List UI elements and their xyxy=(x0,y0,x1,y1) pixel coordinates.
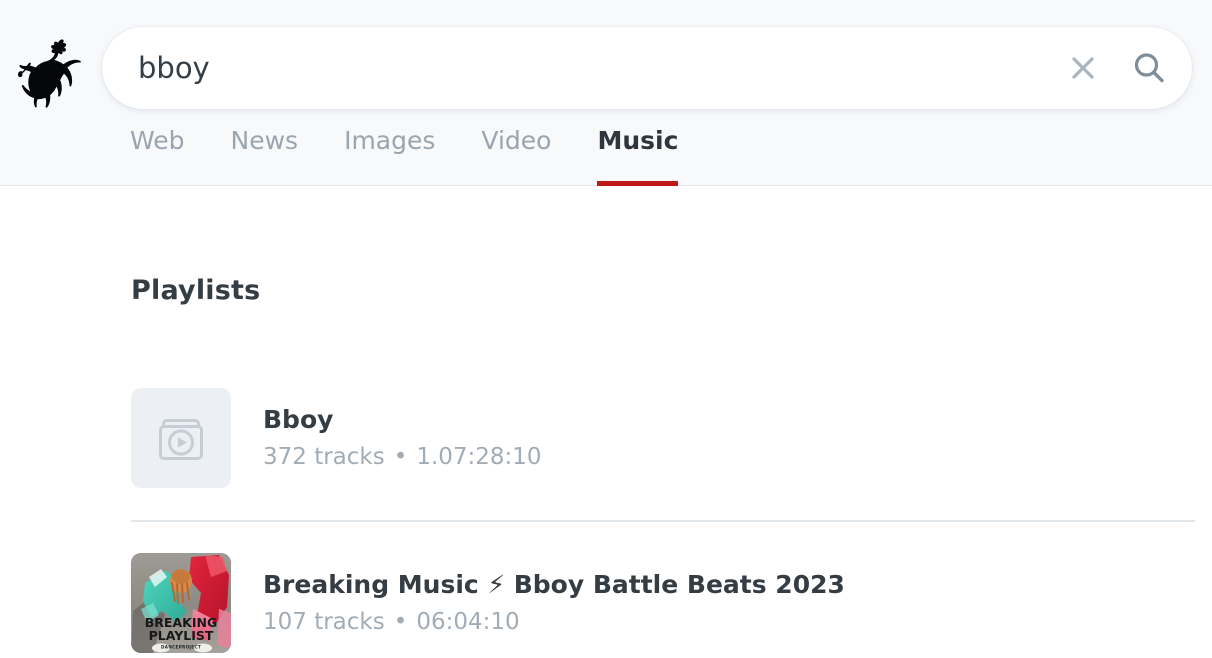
tab-label: Web xyxy=(130,126,185,155)
close-icon[interactable] xyxy=(1065,50,1101,86)
list-item[interactable]: Bboy 372 tracks • 1.07:28:10 xyxy=(131,356,1195,520)
playlist-title: Bboy xyxy=(263,404,334,434)
tab-video[interactable]: Video xyxy=(458,126,574,186)
tab-images[interactable]: Images xyxy=(321,126,458,186)
tab-news[interactable]: News xyxy=(208,126,322,186)
search-bar[interactable] xyxy=(102,27,1192,109)
playlist-duration: 1.07:28:10 xyxy=(416,444,542,471)
list-item[interactable]: BREAKING PLAYLIST DANCEPROJECT Breaking … xyxy=(131,520,1195,658)
playlist-results-list: Bboy 372 tracks • 1.07:28:10 BREAKING PL… xyxy=(131,356,1195,658)
playlist-track-count: 107 tracks xyxy=(263,609,385,636)
playlist-placeholder-icon xyxy=(131,388,231,488)
tab-label: Images xyxy=(344,126,436,155)
app-header: Web News Images Video Music xyxy=(0,0,1212,186)
playlist-duration: 06:04:10 xyxy=(416,609,520,636)
playlist-subtitle: 372 tracks • 1.07:28:10 xyxy=(263,445,542,469)
tab-web[interactable]: Web xyxy=(130,126,208,186)
tab-label: Video xyxy=(481,126,552,155)
list-item-meta: Bboy 372 tracks • 1.07:28:10 xyxy=(263,404,542,469)
art-line-2: PLAYLIST xyxy=(149,628,214,643)
tab-label: News xyxy=(230,126,299,155)
list-item-meta: Breaking Music ⚡ Bboy Battle Beats 2023 … xyxy=(263,569,845,634)
search-icon[interactable] xyxy=(1127,46,1171,90)
dancing-cow-logo[interactable] xyxy=(14,32,86,108)
search-vertical-tabs[interactable]: Web News Images Video Music xyxy=(130,126,701,186)
playlist-cover-art: BREAKING PLAYLIST DANCEPROJECT xyxy=(131,553,231,653)
tab-music[interactable]: Music xyxy=(574,126,701,186)
separator-dot: • xyxy=(393,609,408,636)
playlist-subtitle: 107 tracks • 06:04:10 xyxy=(263,610,845,634)
search-input[interactable] xyxy=(138,27,1138,109)
separator-dot: • xyxy=(393,444,408,471)
tab-label: Music xyxy=(597,126,679,155)
results-content: Playlists Bboy 372 tracks • 1.07:28:10 B… xyxy=(0,187,1212,658)
playlist-track-count: 372 tracks xyxy=(263,444,385,471)
art-line-3: DANCEPROJECT xyxy=(161,645,201,650)
page-title: Playlists xyxy=(131,275,261,306)
playlist-title: Breaking Music ⚡ Bboy Battle Beats 2023 xyxy=(263,569,845,599)
